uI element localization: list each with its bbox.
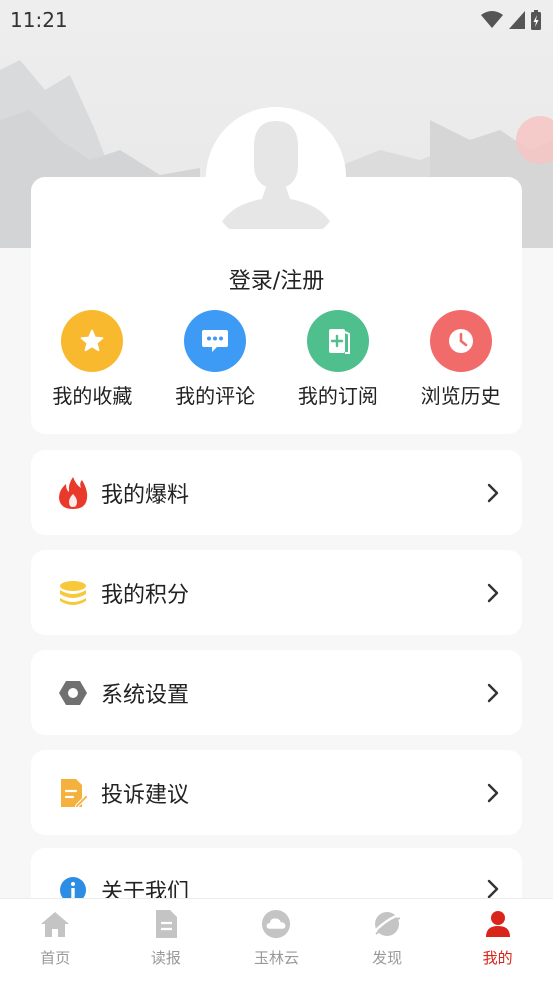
- coins-icon: [57, 577, 89, 609]
- avatar[interactable]: [206, 107, 346, 247]
- fire-icon: [57, 476, 89, 509]
- default-avatar-icon: [206, 107, 346, 247]
- subscribe-icon: [306, 310, 369, 372]
- quick-action-label: 我的评论: [175, 384, 256, 408]
- comment-icon: [184, 310, 247, 372]
- quick-action-label: 浏览历史: [420, 384, 501, 408]
- signal-icon: [509, 11, 525, 29]
- user-icon: [483, 909, 513, 939]
- battery-icon: [531, 10, 541, 30]
- status-icons: [481, 10, 541, 30]
- tab-label: 首页: [40, 949, 71, 967]
- chevron-right-icon: [487, 683, 499, 702]
- newspaper-icon: [151, 909, 181, 939]
- menu-item-label: 系统设置: [101, 682, 190, 708]
- wifi-icon: [481, 11, 503, 28]
- menu-item-my-points[interactable]: 我的积分: [31, 550, 522, 635]
- quick-action-history[interactable]: 浏览历史: [403, 310, 518, 410]
- star-icon: [61, 310, 124, 372]
- menu-item-settings[interactable]: 系统设置: [31, 650, 522, 735]
- settings-icon: [57, 677, 89, 709]
- tab-label: 我的: [482, 949, 513, 967]
- quick-actions: 我的收藏 我的评论 我的订阅 浏览历史: [31, 310, 522, 410]
- status-bar: 11:21: [0, 0, 553, 40]
- menu-item-my-tips[interactable]: 我的爆料: [31, 450, 522, 535]
- menu-item-feedback[interactable]: 投诉建议: [31, 750, 522, 835]
- menu-item-label: 我的爆料: [101, 482, 190, 508]
- tab-label: 发现: [372, 949, 403, 967]
- chevron-right-icon: [487, 879, 499, 899]
- tab-home[interactable]: 首页: [0, 899, 111, 983]
- menu-item-label: 投诉建议: [101, 782, 190, 808]
- quick-action-label: 我的收藏: [52, 384, 133, 408]
- chevron-right-icon: [487, 583, 499, 602]
- bottom-tab-bar: 首页 读报 玉林云 发现 我的: [0, 898, 553, 983]
- tab-label: 读报: [150, 949, 181, 967]
- feedback-icon: [57, 777, 89, 809]
- chevron-right-icon: [487, 783, 499, 802]
- status-time: 11:21: [10, 8, 68, 32]
- quick-action-comments[interactable]: 我的评论: [158, 310, 273, 410]
- tab-yulin-cloud[interactable]: 玉林云: [221, 899, 332, 983]
- tab-discover[interactable]: 发现: [332, 899, 443, 983]
- login-register-link[interactable]: 登录/注册: [0, 263, 553, 295]
- planet-icon: [372, 909, 402, 939]
- quick-action-subscriptions[interactable]: 我的订阅: [280, 310, 395, 410]
- tab-label: 玉林云: [253, 949, 299, 967]
- tab-mine[interactable]: 我的: [442, 899, 553, 983]
- tab-newspaper[interactable]: 读报: [111, 899, 222, 983]
- chevron-right-icon: [487, 483, 499, 502]
- home-icon: [40, 909, 70, 939]
- quick-action-favorites[interactable]: 我的收藏: [35, 310, 150, 410]
- menu-item-label: 我的积分: [101, 582, 190, 608]
- clock-icon: [429, 310, 492, 372]
- quick-action-label: 我的订阅: [297, 384, 378, 408]
- cloud-icon: [261, 909, 291, 939]
